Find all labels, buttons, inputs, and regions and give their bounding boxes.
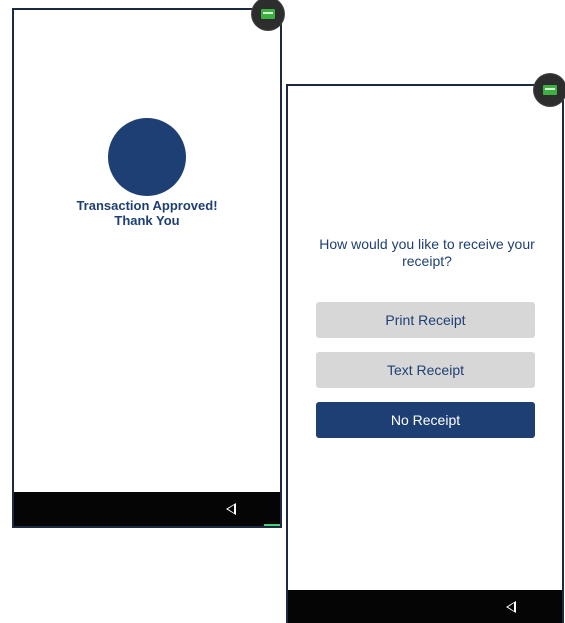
approval-message: Transaction Approved! Thank You	[14, 198, 280, 228]
text-receipt-button[interactable]: Text Receipt	[316, 352, 535, 388]
back-triangle-icon[interactable]	[226, 503, 236, 515]
print-receipt-button[interactable]: Print Receipt	[316, 302, 535, 338]
nav-accent	[264, 524, 280, 526]
receipt-screen: How would you like to receive your recei…	[286, 74, 565, 623]
back-triangle-icon[interactable]	[506, 600, 516, 613]
receipt-question: How would you like to receive your recei…	[319, 236, 535, 269]
status-badge[interactable]	[252, 0, 284, 30]
approved-circle-icon	[108, 118, 186, 196]
approval-screen: Transaction Approved! Thank You	[12, 0, 284, 528]
status-badge[interactable]	[534, 74, 565, 106]
screen-status-icon	[261, 9, 275, 19]
screen-status-icon	[543, 85, 557, 95]
navigation-bar	[14, 492, 280, 526]
navigation-bar	[288, 590, 562, 623]
no-receipt-button[interactable]: No Receipt	[316, 402, 535, 438]
approval-message-line2: Thank You	[114, 213, 180, 228]
approval-message-line1: Transaction Approved!	[76, 198, 218, 213]
